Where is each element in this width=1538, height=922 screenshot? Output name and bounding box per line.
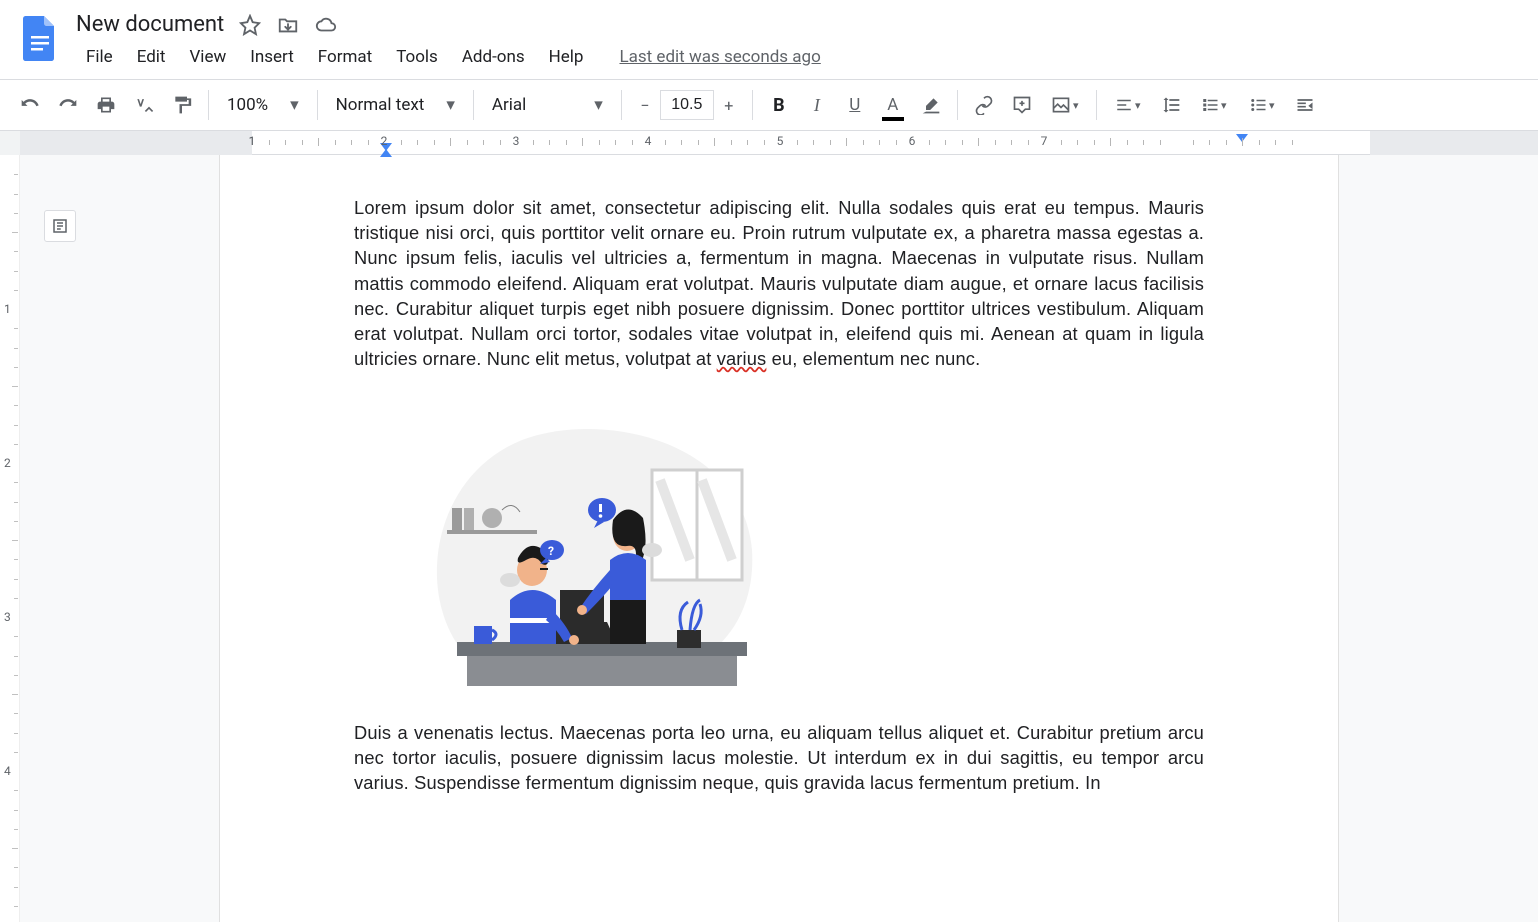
add-comment-icon[interactable] xyxy=(1004,87,1040,123)
font-size-control: − + xyxy=(630,87,744,123)
highlight-icon[interactable] xyxy=(913,87,949,123)
insert-image-icon[interactable]: ▾ xyxy=(1042,87,1088,123)
paint-format-icon[interactable] xyxy=(164,87,200,123)
menu-help[interactable]: Help xyxy=(539,43,594,71)
bold-icon[interactable]: B xyxy=(761,87,797,123)
font-size-input[interactable] xyxy=(660,90,714,120)
menu-addons[interactable]: Add-ons xyxy=(452,43,535,71)
last-edit-link[interactable]: Last edit was seconds ago xyxy=(619,47,820,67)
document-canvas: 1234 Lorem ipsum dolor sit amet, consect… xyxy=(0,155,1538,922)
line-spacing-icon[interactable] xyxy=(1153,87,1189,123)
font-size-increase[interactable]: + xyxy=(714,87,744,123)
insert-link-icon[interactable] xyxy=(966,87,1002,123)
horizontal-ruler[interactable]: 1 1234567 xyxy=(0,131,1538,155)
vertical-ruler[interactable]: 1234 xyxy=(0,155,20,922)
menu-insert[interactable]: Insert xyxy=(240,43,304,71)
move-icon[interactable] xyxy=(276,13,300,37)
spellcheck-icon[interactable] xyxy=(126,87,162,123)
text-color-icon[interactable]: A xyxy=(875,87,911,123)
menu-bar: File Edit View Insert Format Tools Add-o… xyxy=(76,41,1526,79)
paragraph-style-select[interactable]: Normal text▾ xyxy=(326,95,465,115)
menu-file[interactable]: File xyxy=(76,43,123,71)
menu-view[interactable]: View xyxy=(179,43,236,71)
indent-decrease-icon[interactable] xyxy=(1287,87,1323,123)
svg-text:?: ? xyxy=(548,544,554,558)
zoom-select[interactable]: 100%▾ xyxy=(217,95,309,115)
redo-icon[interactable] xyxy=(50,87,86,123)
font-size-decrease[interactable]: − xyxy=(630,87,660,123)
print-icon[interactable] xyxy=(88,87,124,123)
inserted-image[interactable]: ? xyxy=(402,400,772,690)
paragraph-2[interactable]: Duis a venenatis lectus. Maecenas porta … xyxy=(354,720,1204,796)
undo-icon[interactable] xyxy=(12,87,48,123)
menu-tools[interactable]: Tools xyxy=(386,43,448,71)
paragraph-1[interactable]: Lorem ipsum dolor sit amet, consectetur … xyxy=(354,195,1204,372)
checklist-icon[interactable]: ▾ xyxy=(1191,87,1237,123)
cloud-status-icon[interactable] xyxy=(314,13,338,37)
star-icon[interactable] xyxy=(238,13,262,37)
underline-icon[interactable]: U xyxy=(837,87,873,123)
menu-format[interactable]: Format xyxy=(308,43,382,71)
align-icon[interactable]: ▾ xyxy=(1105,87,1151,123)
spelling-error[interactable]: varius xyxy=(717,348,767,369)
outline-toggle-icon[interactable] xyxy=(44,210,76,242)
document-title[interactable]: New document xyxy=(76,12,224,37)
docs-logo-icon[interactable] xyxy=(20,14,60,62)
bullet-list-icon[interactable]: ▾ xyxy=(1239,87,1285,123)
toolbar: 100%▾ Normal text▾ Arial▾ − + B I U A ▾ … xyxy=(0,79,1538,131)
font-select[interactable]: Arial▾ xyxy=(482,95,613,115)
italic-icon[interactable]: I xyxy=(799,87,835,123)
document-page[interactable]: Lorem ipsum dolor sit amet, consectetur … xyxy=(220,155,1338,922)
menu-edit[interactable]: Edit xyxy=(127,43,176,71)
header: New document File Edit View Insert Forma… xyxy=(0,0,1538,79)
